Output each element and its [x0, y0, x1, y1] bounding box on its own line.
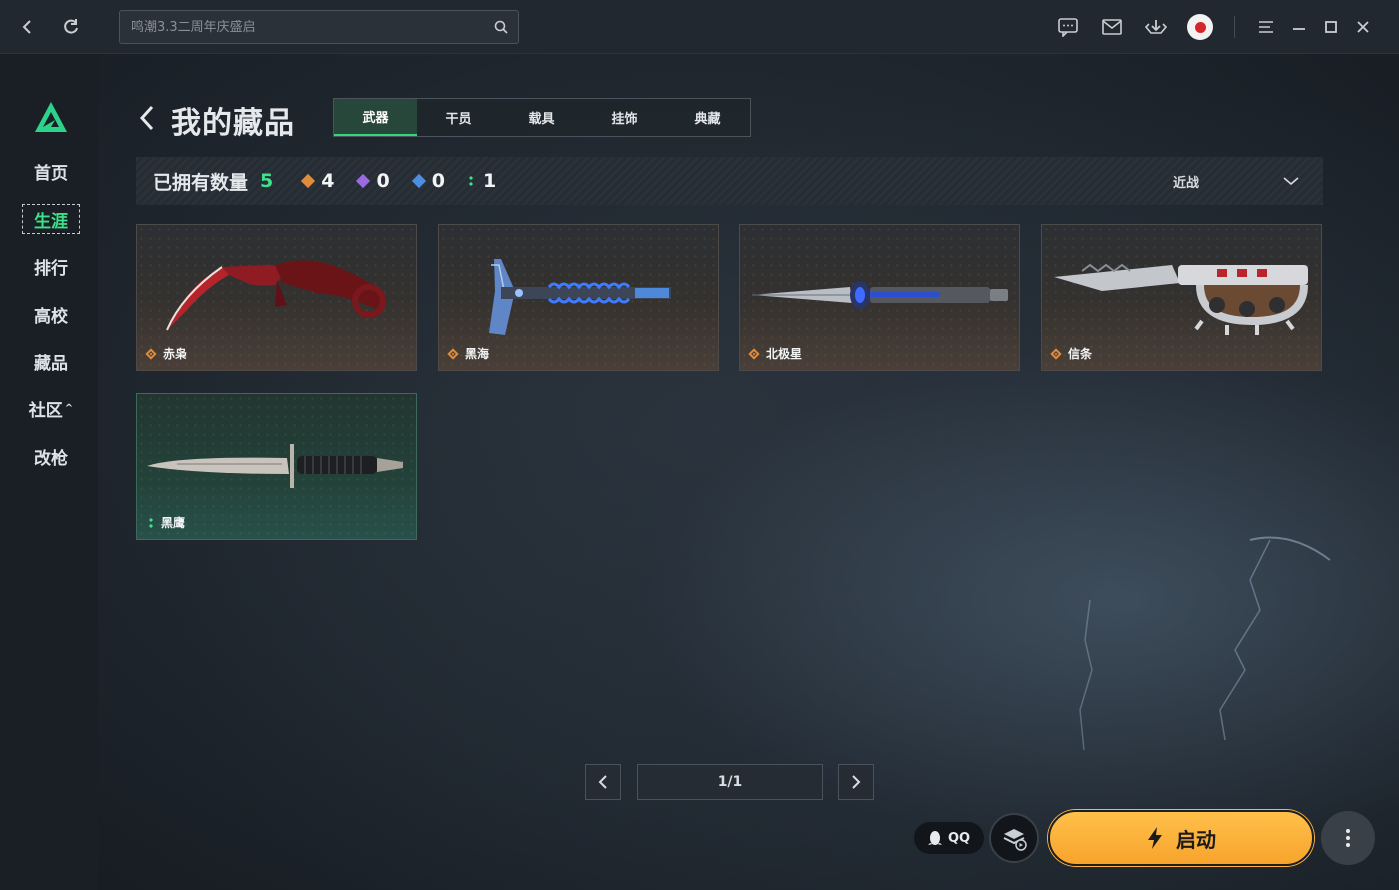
- sidebar-item-community[interactable]: 社区 ^: [22, 393, 80, 423]
- qq-account-badge[interactable]: QQ: [914, 822, 984, 854]
- lightning-icon: [1148, 827, 1162, 849]
- weapon-name: 黑鹰: [161, 516, 186, 530]
- card-label: 赤枭: [145, 345, 188, 362]
- launch-label: 启动: [1176, 827, 1216, 852]
- sidebar-item-label: 生涯: [34, 211, 68, 232]
- orange-rarity-icon: [301, 173, 316, 189]
- sidebar-item-label: 改枪: [34, 448, 68, 469]
- lightning-decoration: [1079, 536, 1331, 751]
- sidebar-item-label: 藏品: [34, 353, 68, 374]
- avatar[interactable]: [1187, 14, 1213, 40]
- card-label: 黑海: [447, 345, 490, 362]
- sidebar-item-career[interactable]: 生涯: [22, 204, 80, 234]
- mail-icon[interactable]: [1097, 12, 1127, 42]
- back-arrow-icon[interactable]: [136, 101, 160, 135]
- sidebar-item-label: 高校: [34, 306, 68, 327]
- tab-operators[interactable]: 干员: [417, 99, 500, 136]
- tab-collection[interactable]: 典藏: [666, 99, 749, 136]
- weapon-name: 赤枭: [163, 347, 188, 361]
- rarity-count: 4: [321, 170, 335, 192]
- card-label: 黑鹰: [147, 514, 185, 531]
- download-icon[interactable]: [1141, 12, 1171, 42]
- card-label: 北极星: [748, 345, 803, 362]
- chevron-left-icon: [598, 775, 607, 789]
- search-bar[interactable]: [119, 10, 519, 44]
- weapon-card[interactable]: 信条: [1041, 224, 1322, 371]
- chevron-down-icon: [1283, 177, 1299, 186]
- green-rarity-icon: [149, 516, 153, 529]
- sidebar-item-gunsmith[interactable]: 改枪: [22, 441, 80, 471]
- blue-rarity-icon: [411, 173, 426, 189]
- page-title: 我的藏品: [171, 106, 295, 141]
- refresh-icon[interactable]: [56, 12, 86, 42]
- orange-rarity-icon: [1050, 347, 1062, 360]
- rarity-count: 0: [431, 170, 445, 192]
- orange-rarity-icon: [447, 347, 459, 360]
- rarity-orange-count: 4: [301, 170, 335, 192]
- category-tabs: 武器 干员 载具 挂饰 典藏: [333, 98, 751, 137]
- sidebar-item-collection[interactable]: 藏品: [22, 346, 80, 376]
- game-settings-icon[interactable]: [989, 813, 1039, 863]
- chevron-right-icon: [852, 775, 861, 789]
- chevron-up-icon: ^: [64, 402, 74, 414]
- top-bar: [0, 0, 1399, 54]
- next-page-button[interactable]: [838, 764, 874, 800]
- menu-icon[interactable]: [1251, 12, 1281, 42]
- chat-icon[interactable]: [1053, 12, 1083, 42]
- sidebar-item-ranking[interactable]: 排行: [22, 251, 80, 281]
- sidebar: 首页 生涯 排行 高校 藏品 社区 ^ 改枪: [0, 54, 98, 890]
- search-input[interactable]: [120, 19, 484, 35]
- rarity-green-count: 1: [468, 170, 497, 192]
- maximize-icon[interactable]: [1316, 12, 1346, 42]
- sidebar-item-home[interactable]: 首页: [22, 156, 80, 186]
- qq-penguin-icon: [927, 831, 942, 845]
- more-vertical-icon: [1346, 829, 1350, 847]
- page-indicator: 1/1: [637, 764, 823, 800]
- owned-count-label: 已拥有数量: [153, 171, 249, 194]
- launch-button[interactable]: 启动: [1048, 810, 1314, 866]
- sort-dropdown[interactable]: 近战: [1173, 157, 1299, 205]
- orange-rarity-icon: [145, 347, 157, 360]
- tab-vehicles[interactable]: 载具: [500, 99, 583, 136]
- tab-weapons[interactable]: 武器: [334, 99, 417, 136]
- weapon-card[interactable]: 北极星: [739, 224, 1020, 371]
- divider: [1234, 16, 1235, 38]
- sidebar-item-label: 排行: [34, 258, 68, 279]
- owned-count-total: 5: [260, 170, 274, 192]
- sort-label: 近战: [1172, 175, 1199, 191]
- tab-charms[interactable]: 挂饰: [583, 99, 666, 136]
- purple-rarity-icon: [356, 173, 371, 189]
- back-icon[interactable]: [12, 12, 42, 42]
- weapon-name: 黑海: [465, 347, 490, 361]
- weapon-card[interactable]: 黑鹰: [136, 393, 417, 540]
- sidebar-item-label: 首页: [34, 163, 68, 184]
- search-icon[interactable]: [484, 10, 518, 44]
- stats-bar: 已拥有数量 5 4 0 0 1 近战: [136, 157, 1323, 205]
- green-rarity-icon: [468, 175, 473, 187]
- card-label: 信条: [1050, 345, 1093, 362]
- qq-label: QQ: [947, 830, 971, 846]
- weapon-card[interactable]: 赤枭: [136, 224, 417, 371]
- weapon-name: 北极星: [766, 347, 803, 361]
- rarity-count: 0: [376, 170, 390, 192]
- sidebar-item-label: 社区: [28, 400, 63, 421]
- prev-page-button[interactable]: [585, 764, 621, 800]
- close-icon[interactable]: [1348, 12, 1378, 42]
- more-options-button[interactable]: [1321, 811, 1375, 865]
- rarity-blue-count: 0: [411, 170, 445, 192]
- weapon-card[interactable]: 黑海: [438, 224, 719, 371]
- orange-rarity-icon: [748, 347, 760, 360]
- logo-icon: [35, 102, 67, 132]
- rarity-purple-count: 0: [356, 170, 390, 192]
- rarity-count: 1: [482, 170, 497, 192]
- weapon-name: 信条: [1068, 347, 1093, 361]
- sidebar-item-college[interactable]: 高校: [22, 299, 80, 329]
- minimize-icon[interactable]: [1284, 12, 1314, 42]
